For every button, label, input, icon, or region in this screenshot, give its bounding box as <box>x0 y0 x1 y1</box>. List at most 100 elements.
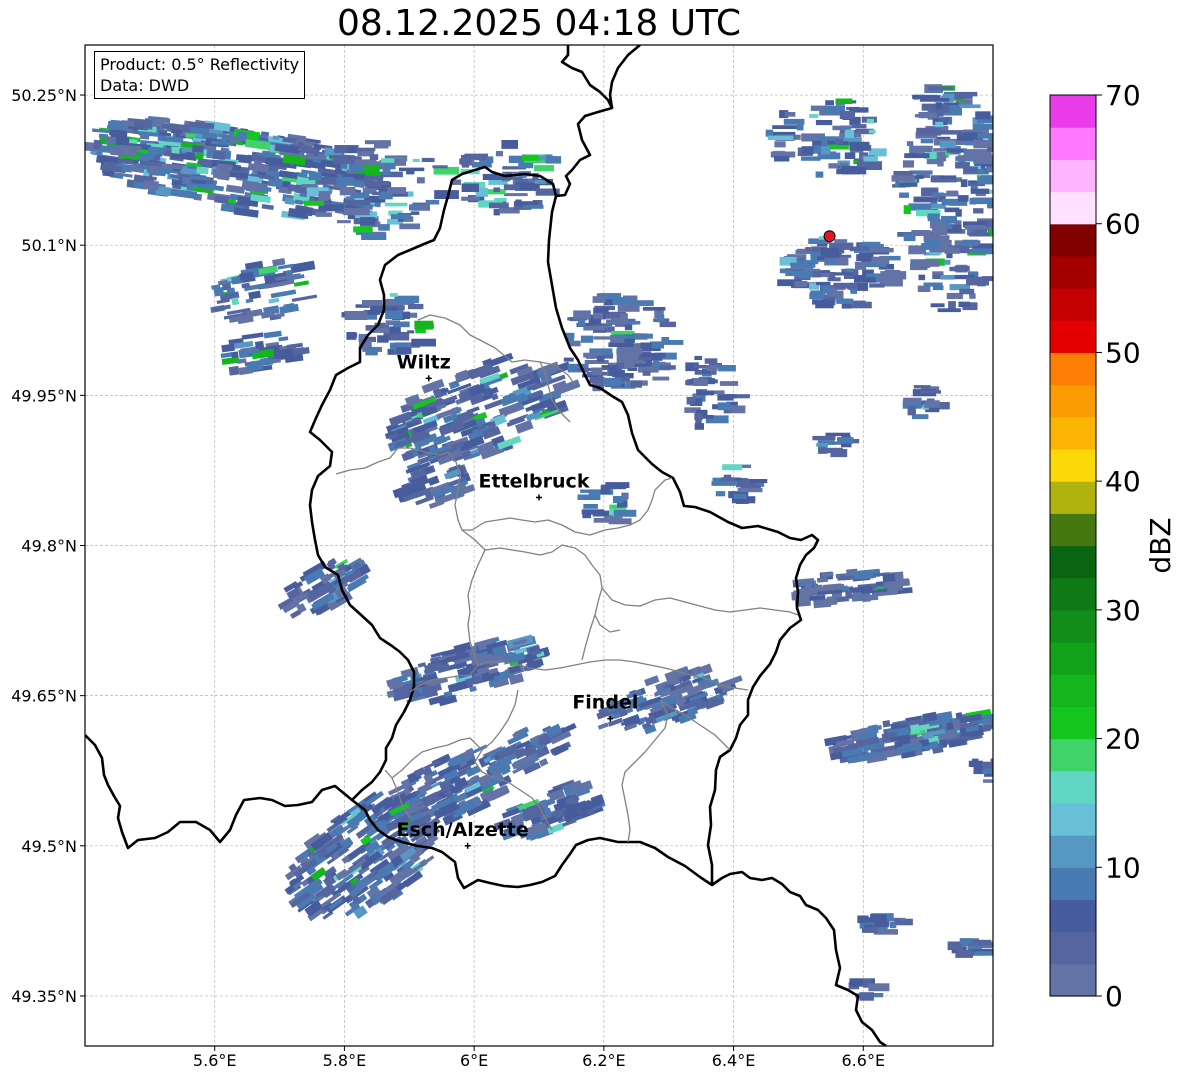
echo-cell <box>767 135 794 140</box>
echo-cell <box>960 179 968 187</box>
colorbar-segment <box>1050 706 1096 740</box>
echo-cell <box>584 360 609 364</box>
echo-cell <box>634 300 654 307</box>
echo-cell <box>364 181 390 186</box>
echo-cell <box>642 370 651 376</box>
radar-site-marker <box>823 230 836 243</box>
echo-cell <box>152 155 161 161</box>
echo-cell <box>263 150 270 158</box>
echo-cluster <box>848 978 890 1001</box>
echo-cell <box>268 297 280 304</box>
radar-echoes <box>85 84 1020 1001</box>
echo-cell <box>394 295 420 304</box>
echo-cell <box>945 223 952 229</box>
echo-cell <box>810 105 826 111</box>
echo-cell <box>774 156 790 162</box>
belgium-france-border <box>85 734 353 850</box>
echo-cell <box>228 365 240 376</box>
colorbar-segment <box>1050 802 1096 836</box>
echo-cell <box>353 192 370 198</box>
echo-cell <box>930 303 945 308</box>
colorbar-tick-label: 10 <box>1105 851 1141 884</box>
echo-cell <box>935 121 944 127</box>
echo-cell <box>946 722 954 731</box>
echo-cell <box>597 722 609 730</box>
echo-cell <box>221 343 235 353</box>
echo-cell <box>263 330 282 339</box>
echo-cell <box>651 341 664 349</box>
echo-cell <box>694 423 704 430</box>
echo-cluster <box>765 98 887 178</box>
germany-border-east <box>608 45 641 109</box>
echo-cell <box>958 104 981 109</box>
lon-tick-label: 6°E <box>460 1051 488 1070</box>
echo-cell <box>241 332 264 340</box>
lon-tick-label: 5.6°E <box>193 1051 237 1070</box>
echo-cell <box>718 365 736 372</box>
echo-cell <box>977 176 993 185</box>
echo-cell <box>389 326 401 334</box>
echo-cluster <box>487 722 577 777</box>
echo-cell <box>464 153 488 158</box>
echo-cell <box>380 140 391 147</box>
echo-cell <box>115 136 130 146</box>
echo-cell <box>555 379 581 395</box>
echo-cell <box>957 195 969 202</box>
echo-cell <box>944 247 960 254</box>
echo-cell <box>489 202 509 209</box>
echo-cell <box>903 397 922 404</box>
colorbar-label: dBZ <box>1144 517 1177 573</box>
colorbar-segment <box>1050 320 1096 354</box>
echo-cell <box>385 310 403 320</box>
echo-cell <box>971 758 979 767</box>
echo-cell <box>394 158 407 166</box>
echo-cell <box>850 288 858 294</box>
echo-cell <box>801 156 821 161</box>
colorbar-tick-label: 30 <box>1105 594 1141 627</box>
map-axes: 5.6°E 5.8°E 6°E 6.2°E 6.4°E 6.6°E 50.25°N 50.1°… <box>11 86 885 1070</box>
echo-cell <box>851 124 867 129</box>
lat-tick-label: 49.5°N <box>21 837 77 856</box>
colorbar-segment <box>1050 867 1096 901</box>
colorbar-segment <box>1050 223 1096 257</box>
echo-cluster <box>791 568 913 609</box>
echo-cell <box>939 140 956 148</box>
colorbar: 0 10 20 30 40 50 60 70 dBZ <box>1049 79 1177 1013</box>
echo-cell <box>813 584 823 593</box>
echo-cell <box>815 300 834 309</box>
echo-cell <box>313 143 322 150</box>
echo-cell <box>837 437 854 444</box>
echo-cell <box>845 268 853 273</box>
city-label: Findel <box>572 692 638 714</box>
echo-cell <box>836 138 844 145</box>
echo-cell <box>401 450 415 462</box>
echo-cell <box>999 187 1020 195</box>
echo-cell <box>231 297 240 306</box>
echo-cell <box>959 938 973 944</box>
colorbar-segment <box>1050 963 1096 997</box>
echo-cell <box>908 203 932 211</box>
echo-cell <box>857 915 869 924</box>
echo-cell <box>891 175 915 182</box>
echo-cell <box>931 226 948 235</box>
echo-cell <box>821 146 830 155</box>
echo-cell <box>918 112 937 119</box>
echo-cell <box>924 400 940 408</box>
echo-cell <box>278 336 289 342</box>
canton-borders <box>335 314 799 843</box>
echo-cell <box>903 205 911 215</box>
echo-cell <box>515 199 522 205</box>
echo-cell <box>717 394 734 401</box>
echo-cell <box>982 761 993 769</box>
echo-cell <box>693 378 708 386</box>
colorbar-tick-label: 40 <box>1105 465 1141 498</box>
echo-cell <box>830 449 848 458</box>
echo-cell <box>749 479 768 484</box>
echo-cluster <box>210 258 318 325</box>
echo-cell <box>854 261 867 270</box>
echo-cell <box>591 367 603 375</box>
echo-cell <box>737 487 763 493</box>
echo-cell <box>834 272 854 276</box>
colorbar-tick-label: 60 <box>1105 208 1141 241</box>
colorbar-segment <box>1050 770 1096 804</box>
